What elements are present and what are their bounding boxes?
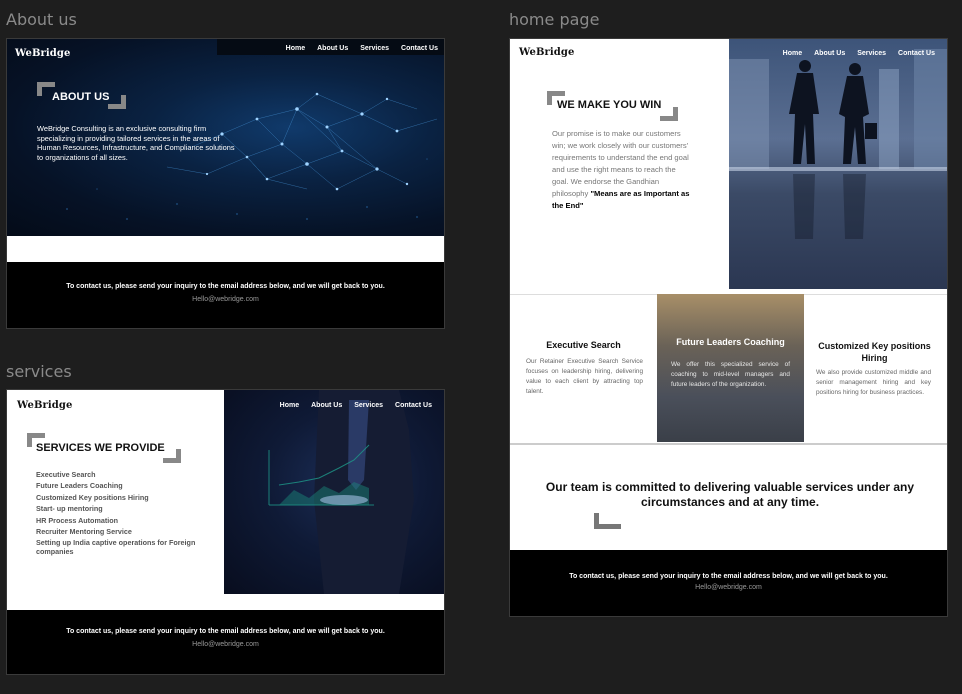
footer-email-link[interactable]: Hello@webridge.com — [510, 584, 947, 591]
brand-logo[interactable]: WeBridge — [519, 47, 574, 58]
nav-home[interactable]: Home — [286, 45, 305, 52]
footer-contact-text: To contact us, please send your inquiry … — [66, 283, 385, 290]
service-item[interactable]: HR Process Automation — [36, 516, 196, 525]
title-bracket-bottom-right — [163, 449, 181, 463]
commitment-section: Our team is committed to delivering valu… — [510, 443, 947, 552]
card-future-leaders-coaching[interactable]: Future Leaders Coaching We offer this sp… — [657, 294, 804, 442]
title-bracket-bottom-right — [660, 107, 678, 121]
footer-contact-text: To contact us, please send your inquiry … — [569, 573, 888, 580]
nav-contact-us[interactable]: Contact Us — [898, 50, 935, 57]
nav-home[interactable]: Home — [783, 50, 802, 57]
card-text: We offer this specialized service of coa… — [671, 361, 790, 388]
card-title: Executive Search — [546, 340, 621, 350]
contact-footer: To contact us, please send your inquiry … — [510, 550, 947, 616]
card-title: Customized Key positions Hiring — [818, 341, 931, 363]
services-list: Executive Search Future Leaders Coaching… — [36, 470, 196, 559]
card-text: Our Retainer Executive Search Service fo… — [526, 358, 643, 395]
nav-about-us[interactable]: About Us — [814, 50, 845, 57]
brand-logo[interactable]: WeBridge — [17, 400, 72, 411]
card-executive-search[interactable]: Executive Search Our Retainer Executive … — [510, 294, 657, 442]
handshake-photo — [729, 39, 947, 289]
frame-label-services: services — [6, 362, 72, 381]
services-frame[interactable]: WeBridge Home About Us Services Contact … — [6, 389, 445, 675]
brand-logo[interactable]: WeBridge — [15, 48, 70, 59]
nav-services[interactable]: Services — [354, 402, 383, 409]
card-customized-key-positions[interactable]: Customized Key positions Hiring We also … — [804, 294, 947, 442]
nav-about-us[interactable]: About Us — [311, 402, 342, 409]
nav-contact-us[interactable]: Contact Us — [395, 402, 432, 409]
nav-services[interactable]: Services — [857, 50, 886, 57]
businessman-chart-image — [224, 390, 444, 594]
card-title: Future Leaders Coaching — [676, 337, 785, 347]
service-item[interactable]: Future Leaders Coaching — [36, 481, 196, 490]
about-description: WeBridge Consulting is an exclusive cons… — [37, 124, 235, 162]
main-nav: Home About Us Services Contact Us — [783, 50, 935, 57]
main-nav: Home About Us Services Contact Us — [280, 402, 432, 409]
card-text: We also provide customized middle and se… — [816, 369, 931, 396]
commitment-bracket — [594, 513, 621, 529]
win-text: Our promise is to make our customers win… — [552, 129, 689, 198]
service-item[interactable]: Setting up India captive operations for … — [36, 539, 196, 556]
service-item[interactable]: Start- up mentoring — [36, 504, 196, 513]
footer-email-link[interactable]: Hello@webridge.com — [7, 296, 444, 303]
title-bracket-bottom-right — [108, 95, 126, 109]
contact-footer: To contact us, please send your inquiry … — [7, 262, 444, 328]
about-title: ABOUT US — [52, 91, 110, 103]
home-page-frame[interactable]: WeBridge Home About Us Services Contact … — [509, 38, 948, 617]
contact-footer: To contact us, please send your inquiry … — [7, 610, 444, 674]
service-cards: Executive Search Our Retainer Executive … — [510, 294, 947, 442]
nav-about-us[interactable]: About Us — [317, 45, 348, 52]
service-item[interactable]: Executive Search — [36, 470, 196, 479]
win-title: WE MAKE YOU WIN — [557, 99, 662, 111]
commitment-text: Our team is committed to delivering valu… — [545, 480, 915, 509]
footer-email-link[interactable]: Hello@webridge.com — [7, 641, 444, 648]
nav-contact-us[interactable]: Contact Us — [401, 45, 438, 52]
services-title: SERVICES WE PROVIDE — [36, 442, 165, 454]
main-nav: Home About Us Services Contact Us — [286, 45, 438, 52]
footer-contact-text: To contact us, please send your inquiry … — [66, 628, 385, 635]
frame-label-home: home page — [509, 10, 600, 29]
service-item[interactable]: Customized Key positions Hiring — [36, 493, 196, 502]
nav-services[interactable]: Services — [360, 45, 389, 52]
frame-label-about: About us — [6, 10, 77, 29]
win-description: Our promise is to make our customers win… — [552, 128, 692, 212]
service-item[interactable]: Recruiter Mentoring Service — [36, 527, 196, 536]
about-us-frame[interactable]: WeBridge Home About Us Services Contact … — [6, 38, 445, 329]
nav-home[interactable]: Home — [280, 402, 299, 409]
